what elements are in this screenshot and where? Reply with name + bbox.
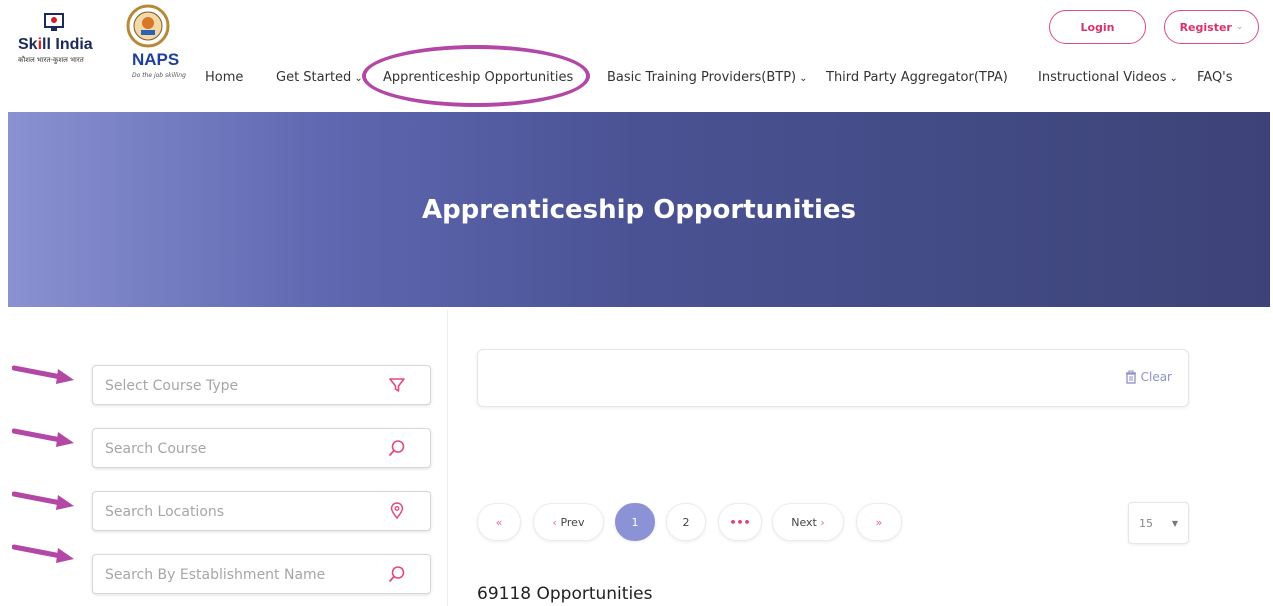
caret-down-icon: ▼ — [1171, 518, 1178, 528]
per-page-select[interactable]: 15 ▼ — [1128, 502, 1189, 544]
chevron-down-icon: ⌄ — [1169, 73, 1178, 84]
page-2-button[interactable]: 2 — [666, 503, 706, 541]
course-type-input[interactable] — [103, 366, 377, 406]
first-page-button[interactable]: « — [477, 503, 521, 541]
location-search-field[interactable] — [92, 491, 431, 532]
per-page-value: 15 — [1139, 516, 1153, 530]
clear-label: Clear — [1140, 370, 1172, 384]
more-pages-button[interactable]: ••• — [718, 503, 762, 541]
establishment-search-field[interactable] — [92, 554, 431, 595]
last-page-button[interactable]: » — [856, 503, 902, 541]
opportunities-count: 69118 Opportunities — [477, 584, 653, 604]
clear-button[interactable]: Clear — [1125, 370, 1172, 384]
course-type-select[interactable] — [92, 365, 431, 406]
arrow-right-icon — [12, 491, 74, 510]
login-button[interactable]: Login — [1049, 10, 1146, 44]
next-page-button[interactable]: Next › — [772, 503, 844, 541]
chevron-down-icon: ⌄ — [799, 73, 808, 84]
nav-basic-training-providers[interactable]: Basic Training Providers(BTP) ⌄ — [607, 70, 808, 85]
trash-icon — [1125, 370, 1136, 384]
establishment-search-input[interactable] — [103, 555, 377, 595]
skill-india-title: Skill India — [18, 36, 93, 53]
page-title: Apprenticeship Opportunities — [421, 194, 857, 225]
annotation-highlight-ellipse — [362, 45, 590, 107]
site-header: Skill India कौशल भारत-कुशल भारत NAPS Do … — [0, 0, 1273, 110]
naps-logo[interactable]: NAPS Do the job skilling — [118, 4, 188, 104]
course-search-field[interactable] — [92, 428, 431, 469]
skill-india-logo[interactable]: Skill India कौशल भारत-कुशल भारत — [18, 8, 98, 98]
skill-india-tagline: कौशल भारत-कुशल भारत — [18, 56, 84, 64]
naps-seal-icon — [126, 4, 170, 48]
register-button[interactable]: Register ⌄ — [1164, 10, 1259, 44]
nav-faqs[interactable]: FAQ's — [1197, 70, 1233, 85]
arrow-right-icon — [12, 428, 74, 447]
search-icon[interactable] — [388, 565, 406, 583]
course-search-input[interactable] — [103, 429, 377, 469]
filter-icon[interactable] — [388, 376, 406, 394]
page-1-button[interactable]: 1 — [615, 503, 655, 541]
prev-page-button[interactable]: ‹ Prev — [533, 503, 604, 541]
applied-filters-box: Clear — [477, 349, 1189, 407]
arrow-right-icon — [12, 365, 74, 384]
monitor-icon — [44, 13, 64, 31]
sidebar-divider — [447, 310, 448, 606]
naps-motto: Do the job skilling — [132, 72, 186, 79]
nav-instructional-videos[interactable]: Instructional Videos ⌄ — [1038, 70, 1178, 85]
nav-get-started[interactable]: Get Started ⌄ — [276, 70, 363, 85]
search-icon[interactable] — [388, 439, 406, 457]
nav-third-party-aggregator[interactable]: Third Party Aggregator(TPA) — [826, 70, 1008, 85]
nav-home[interactable]: Home — [205, 70, 243, 85]
chevron-down-icon: ⌄ — [1235, 22, 1244, 32]
naps-name: NAPS — [132, 50, 180, 69]
page-banner: Apprenticeship Opportunities — [8, 112, 1270, 307]
location-search-input[interactable] — [103, 492, 377, 532]
location-pin-icon[interactable] — [388, 502, 406, 520]
arrow-right-icon — [12, 544, 74, 563]
